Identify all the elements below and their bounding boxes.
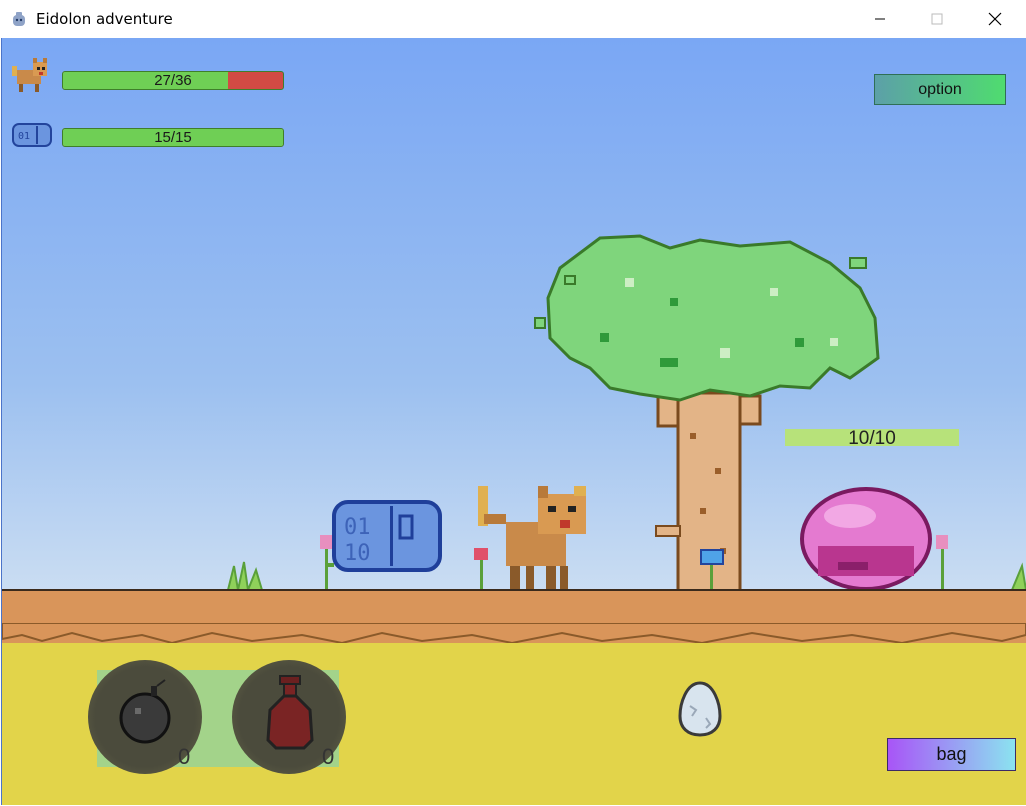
blue-slime-creature: 01 10 [332, 500, 442, 572]
potion-icon [266, 675, 314, 750]
inventory-slot-potion[interactable]: 0 [232, 660, 346, 774]
egg-icon[interactable] [676, 680, 724, 738]
svg-text:01: 01 [18, 131, 30, 142]
maximize-icon [931, 13, 943, 25]
svg-text:01: 01 [344, 515, 371, 540]
cat-creature-icon [12, 58, 47, 92]
maximize-button[interactable] [908, 0, 966, 38]
cat-creature [478, 486, 586, 590]
bomb-count: 0 [178, 744, 191, 769]
blue-flower-icon [700, 549, 724, 592]
potion-count: 0 [322, 744, 335, 769]
blue-slime-icon: 01 [12, 123, 52, 147]
bomb-icon [119, 679, 171, 744]
grass-decoration [227, 561, 263, 590]
party-hp-text-1: 27/36 [154, 72, 192, 89]
grass-decoration-right [1010, 562, 1026, 590]
pink-slime-enemy[interactable] [798, 486, 936, 592]
inventory-slot-bomb[interactable]: 0 [88, 660, 202, 774]
bag-button[interactable]: bag [887, 738, 1016, 771]
minimize-icon [875, 18, 885, 20]
enemy-hp-bar: 10/10 [785, 429, 959, 448]
close-button[interactable] [966, 0, 1024, 38]
svg-text:10: 10 [344, 541, 371, 566]
option-button[interactable]: option [874, 74, 1006, 105]
party-hp-text-2: 15/15 [154, 129, 192, 146]
party-hp-bar-1: 27/36 [62, 71, 284, 90]
minimize-button[interactable] [851, 0, 909, 38]
close-icon [988, 12, 1002, 26]
app-icon [13, 12, 25, 26]
party-hp-bar-2: 15/15 [62, 128, 284, 147]
game-scene: 27/36 01 15/15 option 10/10 01 10 0 0 ba… [1, 38, 1026, 805]
title-bar: Eidolon adventure [0, 0, 1026, 38]
game-window: Eidolon adventure 27/36 01 15/15 option … [0, 0, 1026, 806]
window-title: Eidolon adventure [36, 10, 173, 28]
